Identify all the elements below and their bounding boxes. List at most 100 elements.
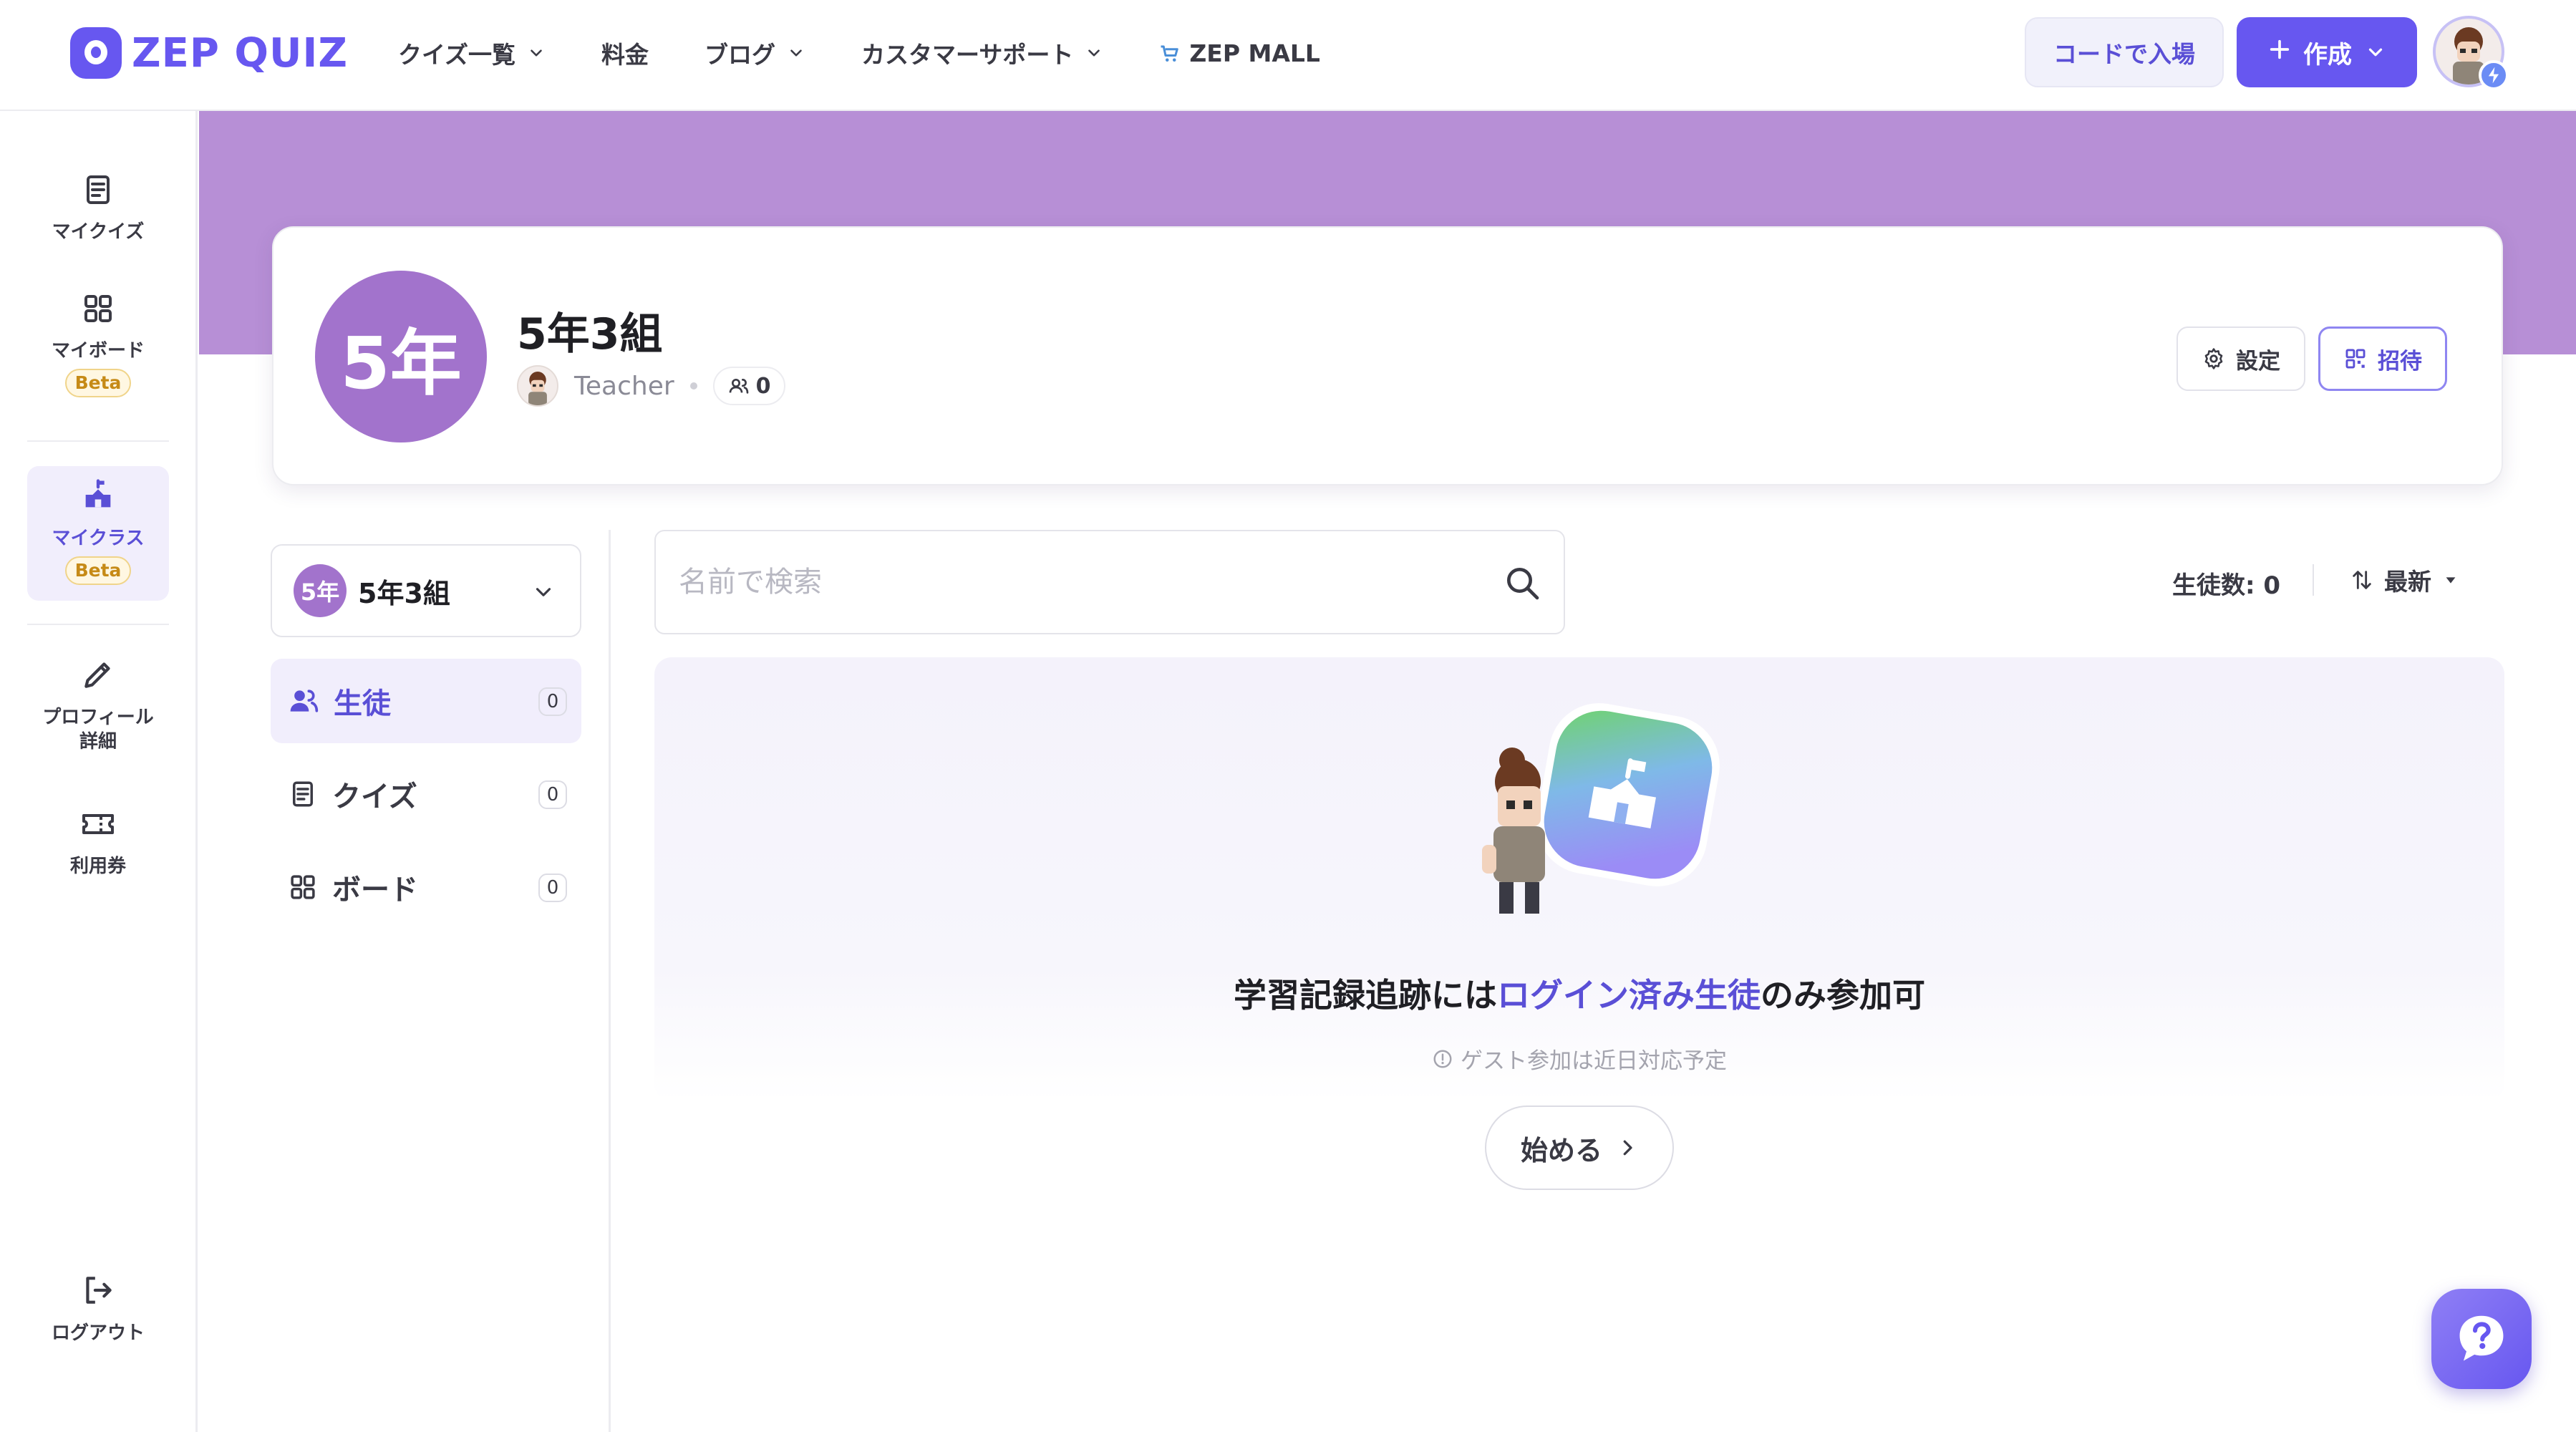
logo-text: ZEP QUIZ bbox=[132, 29, 348, 77]
top-navigation: ZEP QUIZ クイズ一覧 料金 ブログ カスタマーサポート ZEP MALL… bbox=[0, 0, 2576, 111]
sidebar-item-label: プロフィール 詳細 bbox=[42, 707, 154, 753]
class-selector-badge: 5年 bbox=[294, 564, 347, 617]
empty-note-text: ゲスト参加は近日対応予定 bbox=[1461, 1048, 1727, 1074]
nav-blog[interactable]: ブログ bbox=[704, 36, 805, 70]
start-button[interactable]: 始める bbox=[1485, 1106, 1674, 1190]
nav-pricing-label: 料金 bbox=[601, 41, 649, 69]
logout-button[interactable]: ログアウト bbox=[27, 1272, 169, 1345]
sidebar-item-profile[interactable]: プロフィール 詳細 bbox=[27, 657, 169, 754]
search-icon[interactable] bbox=[1502, 563, 1542, 606]
class-tab-count: 0 bbox=[538, 874, 567, 902]
enter-with-code-button[interactable]: コードで入場 bbox=[2025, 17, 2224, 87]
nav-zep-mall-label: ZEP MALL bbox=[1189, 39, 1320, 67]
sort-label: 最新 bbox=[2384, 568, 2431, 596]
content-divider bbox=[609, 530, 611, 1432]
sidebar-item-my-board[interactable]: マイボード Beta bbox=[27, 291, 169, 397]
empty-state-note: ゲスト参加は近日対応予定 bbox=[654, 1042, 2504, 1075]
qr-code-icon bbox=[2345, 349, 2366, 369]
settings-label: 設定 bbox=[2236, 348, 2280, 374]
lightning-badge-icon bbox=[2479, 60, 2509, 90]
sidebar-item-label: マイクラス bbox=[52, 528, 145, 549]
chevron-right-icon bbox=[1623, 1140, 1632, 1156]
teacher-avatar bbox=[517, 365, 558, 407]
empty-state-title: 学習記録追跡にはログイン済み生徒のみ参加可 bbox=[654, 969, 2504, 1017]
board-grid-icon bbox=[81, 291, 115, 329]
class-tab-label: ボード bbox=[332, 874, 418, 906]
nav-pricing[interactable]: 料金 bbox=[601, 36, 649, 70]
start-button-label: 始める bbox=[1520, 1134, 1602, 1166]
class-tab-quizzes[interactable]: クイズ 0 bbox=[271, 752, 581, 836]
class-selector-dropdown[interactable]: 5年 5年3組 bbox=[271, 544, 581, 637]
logout-icon bbox=[80, 1272, 116, 1311]
nav-blog-label: ブログ bbox=[704, 41, 776, 69]
teacher-name: Teacher bbox=[574, 371, 674, 401]
sidebar-item-my-class[interactable]: マイクラス Beta bbox=[27, 466, 169, 601]
nav-zep-mall[interactable]: ZEP MALL bbox=[1159, 39, 1320, 67]
member-count-chip: 0 bbox=[712, 367, 785, 405]
main-nav: クイズ一覧 料金 ブログ カスタマーサポート ZEP MALL bbox=[398, 32, 1376, 74]
logo-icon bbox=[70, 27, 122, 79]
zep-quiz-logo[interactable]: ZEP QUIZ bbox=[70, 24, 348, 82]
sort-dropdown[interactable]: 最新 bbox=[2350, 563, 2459, 597]
toolbar-divider bbox=[2313, 564, 2314, 596]
class-tab-count: 0 bbox=[538, 687, 567, 716]
class-icon bbox=[79, 476, 117, 516]
caret-down-icon bbox=[2446, 577, 2456, 584]
board-grid-icon bbox=[291, 875, 315, 899]
logout-label: ログアウト bbox=[51, 1322, 145, 1344]
chevron-down-icon bbox=[787, 44, 805, 62]
create-button-label: 作成 bbox=[2303, 40, 2352, 69]
sort-icon bbox=[2353, 571, 2371, 589]
sidebar-divider bbox=[27, 440, 169, 442]
beta-badge: Beta bbox=[64, 369, 132, 397]
beta-badge: Beta bbox=[64, 556, 132, 585]
class-selector-name: 5年3組 bbox=[358, 577, 450, 609]
empty-title-suffix: のみ参加可 bbox=[1761, 976, 1925, 1015]
sidebar-item-label: 利用券 bbox=[69, 856, 126, 877]
empty-title-highlight: ログイン済み生徒 bbox=[1497, 976, 1761, 1015]
nav-customer-support-label: カスタマーサポート bbox=[861, 41, 1074, 69]
student-count: 生徒数: 0 bbox=[2172, 571, 2281, 600]
invite-button[interactable]: 招待 bbox=[2318, 326, 2447, 391]
sidebar-item-vouchers[interactable]: 利用券 bbox=[27, 807, 169, 879]
quiz-book-icon bbox=[293, 781, 313, 807]
class-meta: Teacher 0 bbox=[517, 365, 785, 407]
users-icon bbox=[729, 379, 748, 394]
sidebar-divider bbox=[27, 624, 169, 625]
class-tab-label: クイズ bbox=[332, 780, 417, 813]
help-button[interactable] bbox=[2431, 1289, 2532, 1389]
student-search-box bbox=[654, 530, 1565, 634]
plus-icon bbox=[2267, 37, 2292, 68]
chevron-down-icon bbox=[527, 44, 546, 62]
class-tab-count: 0 bbox=[538, 780, 567, 809]
ticket-icon bbox=[79, 807, 117, 844]
sidebar-item-my-quiz[interactable]: マイクイズ bbox=[27, 173, 169, 244]
gear-icon bbox=[2204, 348, 2223, 369]
sidebar-item-label: マイボード bbox=[51, 340, 145, 362]
help-question-icon bbox=[2459, 1315, 2504, 1361]
search-input[interactable] bbox=[679, 566, 1466, 599]
invite-label: 招待 bbox=[2378, 348, 2422, 374]
sidebar-item-label: マイクイズ bbox=[52, 221, 145, 243]
chevron-down-icon bbox=[2365, 42, 2386, 63]
create-button[interactable]: 作成 bbox=[2237, 17, 2417, 87]
separator-dot bbox=[689, 382, 697, 390]
app-root: ZEP QUIZ クイズ一覧 料金 ブログ カスタマーサポート ZEP MALL… bbox=[0, 0, 2576, 1432]
class-tab-label: 生徒 bbox=[334, 687, 391, 720]
cart-icon bbox=[1159, 42, 1181, 64]
class-grade-badge: 5年 bbox=[315, 271, 487, 442]
students-icon bbox=[290, 690, 319, 712]
class-settings-button[interactable]: 設定 bbox=[2176, 326, 2305, 391]
nav-quiz-list-label: クイズ一覧 bbox=[398, 41, 516, 69]
quiz-book-icon bbox=[81, 173, 115, 210]
empty-title-prefix: 学習記録追跡には bbox=[1234, 976, 1497, 1015]
class-name: 5年3組 bbox=[517, 309, 663, 359]
chevron-down-icon bbox=[531, 580, 556, 607]
nav-customer-support[interactable]: カスタマーサポート bbox=[861, 36, 1103, 70]
nav-quiz-list[interactable]: クイズ一覧 bbox=[398, 36, 546, 70]
info-icon bbox=[1433, 1050, 1452, 1068]
class-tab-boards[interactable]: ボード 0 bbox=[271, 845, 581, 929]
class-empty-illustration bbox=[1468, 695, 1725, 938]
member-count: 0 bbox=[755, 373, 771, 399]
class-tab-students[interactable]: 生徒 0 bbox=[271, 659, 581, 743]
